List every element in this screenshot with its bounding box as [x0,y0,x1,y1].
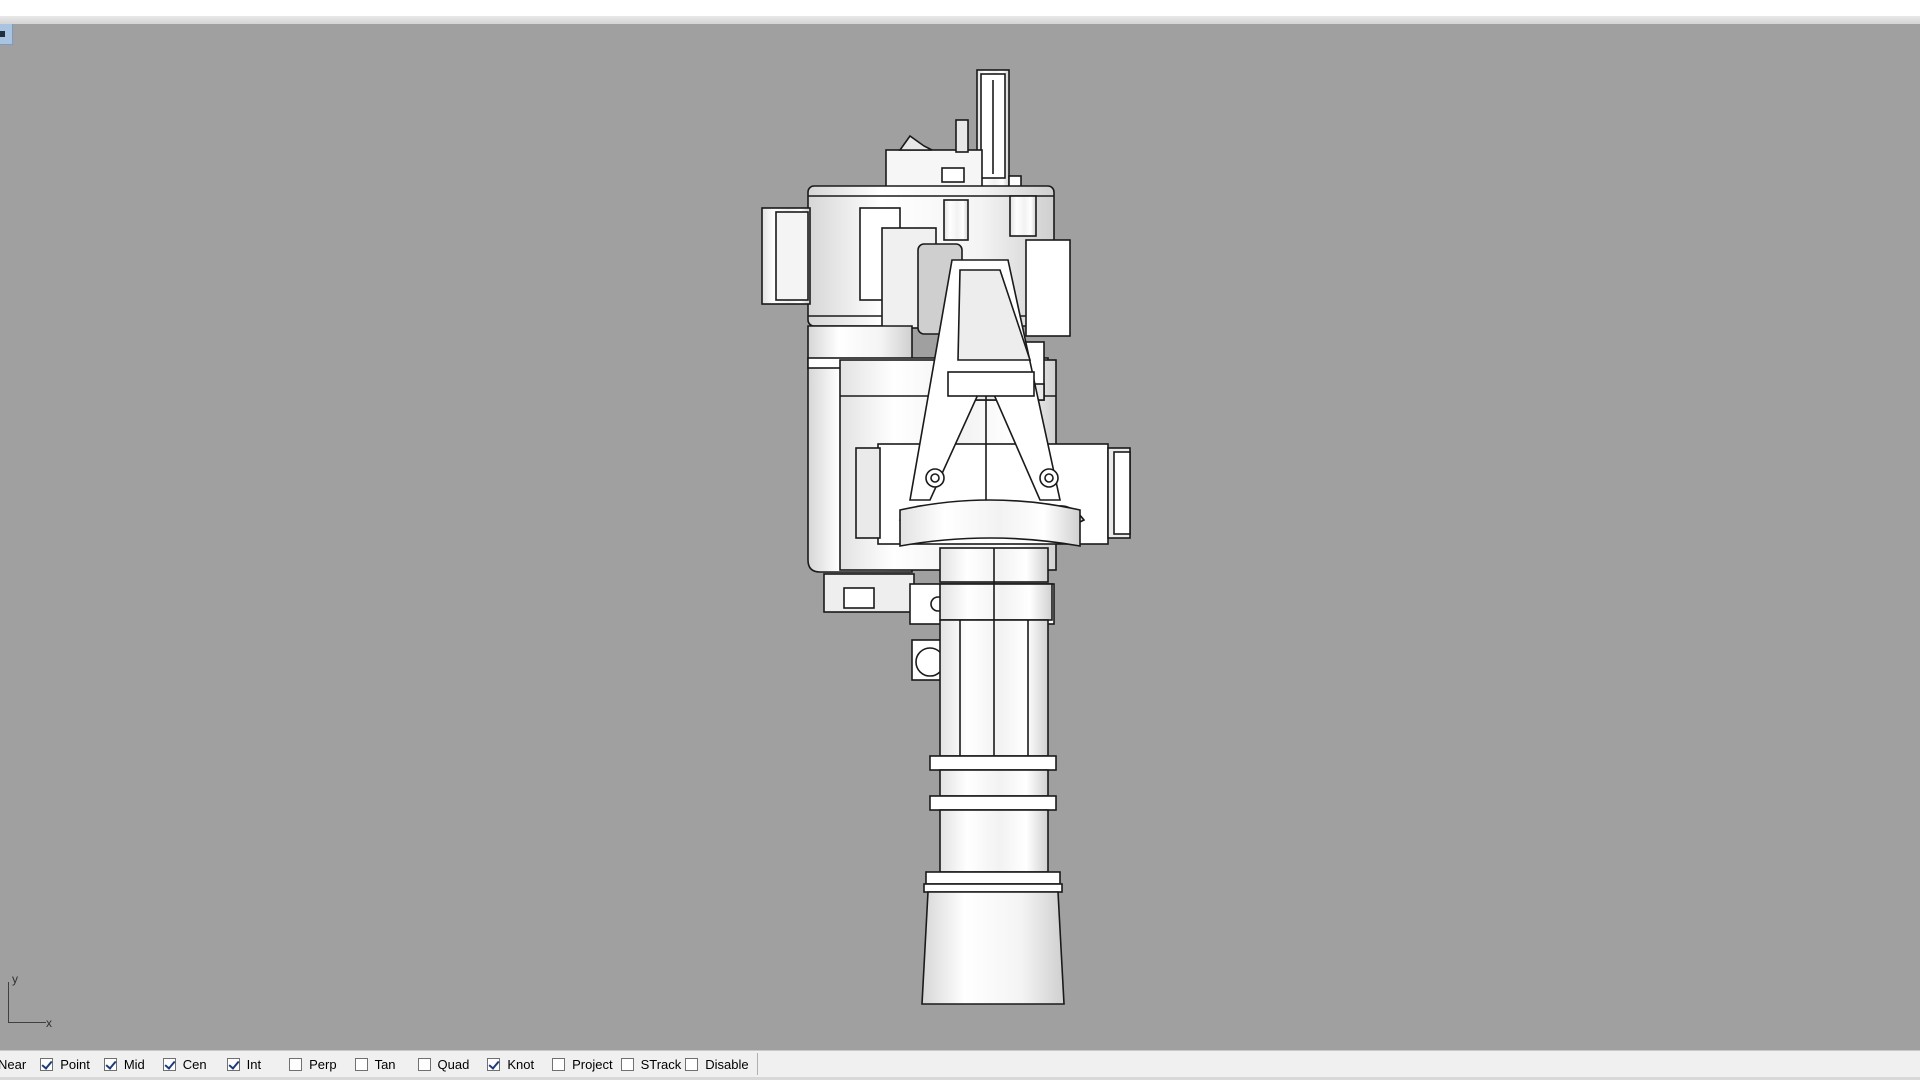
osnap-project-checkbox[interactable] [552,1057,566,1071]
osnap-cen-label: Cen [182,1056,207,1072]
osnap-point[interactable]: Point [40,1053,90,1075]
osnap-quad-label: Quad [437,1056,470,1072]
osnap-separator [756,1053,758,1075]
osnap-tan-label: Tan [374,1056,396,1072]
osnap-toolbar: Near Point Mid Cen Int Perp Tan Quad Kno… [0,1050,1920,1077]
osnap-near-label: Near [0,1056,27,1072]
osnap-knot-checkbox[interactable] [487,1057,501,1071]
osnap-near[interactable]: Near [0,1053,26,1075]
osnap-project[interactable]: Project [552,1053,613,1075]
osnap-strack-checkbox[interactable] [620,1057,634,1071]
title-strip [0,0,1920,16]
osnap-int-label: Int [246,1056,262,1072]
osnap-perp-label: Perp [309,1056,337,1072]
osnap-point-checkbox[interactable] [40,1057,54,1071]
osnap-tan-checkbox[interactable] [354,1057,368,1071]
axis-y-line [8,982,9,1022]
osnap-disable-label: Disable [705,1056,749,1072]
axis-x-label: x [46,1016,52,1030]
application-window: y x Near Point Mid Cen Int Perp Tan Quad… [0,0,1920,1080]
osnap-project-label: Project [572,1056,613,1072]
3d-model-wireframe[interactable] [0,24,1920,1050]
axis-y-label: y [12,972,18,986]
osnap-disable-checkbox[interactable] [685,1057,699,1071]
osnap-perp[interactable]: Perp [289,1053,337,1075]
osnap-strack[interactable]: STrack [620,1053,682,1075]
osnap-int-checkbox[interactable] [226,1057,240,1071]
osnap-disable[interactable]: Disable [685,1053,749,1075]
osnap-mid[interactable]: Mid [103,1053,145,1075]
osnap-tan[interactable]: Tan [354,1053,396,1075]
viewport-title-bar[interactable] [0,16,1920,24]
osnap-knot-label: Knot [507,1056,535,1072]
osnap-mid-label: Mid [123,1056,145,1072]
osnap-cen[interactable]: Cen [162,1053,207,1075]
osnap-quad-checkbox[interactable] [417,1057,431,1071]
osnap-int[interactable]: Int [226,1053,262,1075]
osnap-knot[interactable]: Knot [487,1053,534,1075]
osnap-mid-checkbox[interactable] [103,1057,117,1071]
osnap-point-label: Point [60,1056,90,1072]
world-axis-icon: y x [6,972,66,1032]
front-viewport[interactable]: y x [0,24,1920,1050]
osnap-perp-checkbox[interactable] [289,1057,303,1071]
axis-x-line [8,1022,46,1023]
osnap-quad[interactable]: Quad [417,1053,470,1075]
osnap-cen-checkbox[interactable] [162,1057,176,1071]
osnap-strack-label: STrack [640,1056,682,1072]
